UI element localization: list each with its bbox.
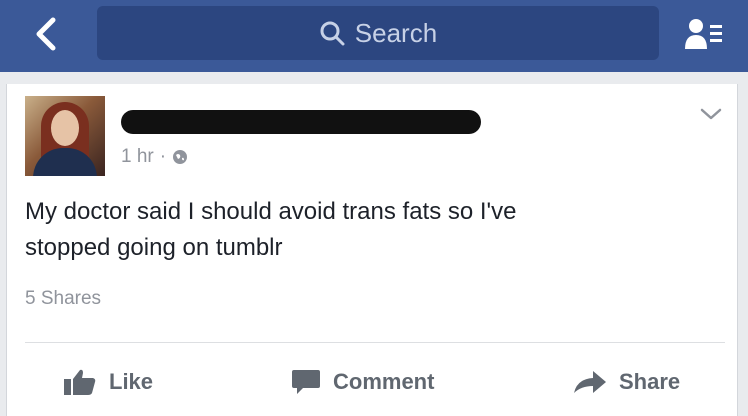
globe-icon: [173, 150, 188, 164]
shares-count[interactable]: 5 Shares: [25, 288, 101, 310]
post-text-line: stopped going on tumblr: [25, 234, 283, 261]
search-icon: [320, 21, 345, 46]
like-label: Like: [109, 369, 154, 394]
timestamp[interactable]: 1 hr: [121, 146, 154, 168]
post-text: My doctor said I should avoid trans fats…: [25, 194, 715, 266]
top-navigation-bar: Search: [0, 0, 748, 72]
thumbs-up-icon: [64, 369, 96, 395]
share-arrow-icon: [574, 371, 606, 393]
share-label: Share: [619, 369, 681, 394]
post-meta: 1 hr ·: [121, 146, 188, 168]
post-card: 1 hr · My doctor said I should avoid tra…: [6, 84, 738, 416]
redacted-author-name: [121, 110, 481, 134]
comment-label: Comment: [333, 369, 435, 394]
share-button[interactable]: Share: [573, 362, 680, 402]
meta-separator: ·: [159, 146, 167, 167]
back-button[interactable]: [26, 14, 66, 54]
like-button[interactable]: Like: [63, 362, 153, 402]
divider: [25, 342, 725, 343]
friend-requests-button[interactable]: [680, 14, 728, 54]
avatar[interactable]: [25, 96, 105, 176]
search-bar[interactable]: Search: [97, 6, 659, 60]
search-input[interactable]: Search: [355, 18, 437, 49]
post-text-line: My doctor said I should avoid trans fats…: [25, 198, 517, 225]
chevron-left-icon: [36, 17, 56, 51]
post-menu-button[interactable]: [699, 106, 723, 122]
comment-button[interactable]: Comment: [291, 362, 434, 402]
friend-requests-icon: [685, 19, 722, 49]
chevron-down-icon: [700, 108, 722, 120]
post-actions: Like Comment Share: [7, 362, 737, 402]
comment-icon: [292, 370, 320, 394]
